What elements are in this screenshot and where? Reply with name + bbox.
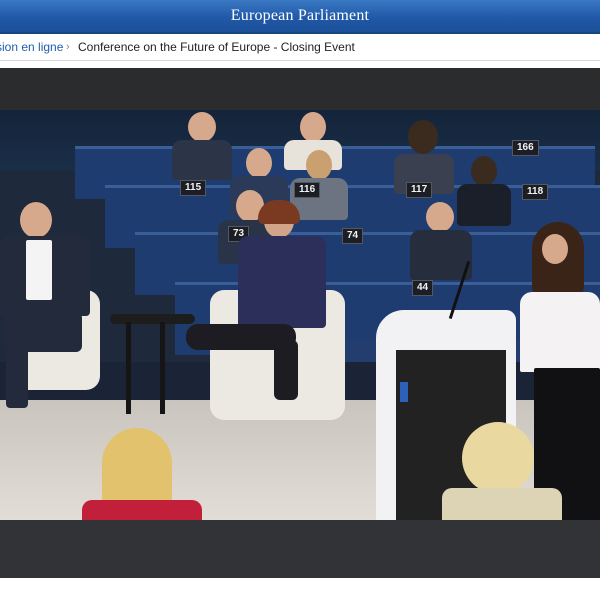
seat-number-badge: 166 (512, 140, 539, 156)
side-table (110, 314, 195, 324)
seat-number-badge: 117 (406, 182, 433, 198)
seat-number-badge: 115 (180, 180, 207, 196)
video-player[interactable]: 166 115 116 117 118 73 74 44 (0, 68, 600, 578)
site-title[interactable]: European Parliament (0, 7, 600, 25)
video-frame[interactable]: 166 115 116 117 118 73 74 44 (0, 110, 600, 520)
player-control-bar[interactable] (0, 520, 600, 578)
seat-number-badge: 116 (294, 182, 321, 198)
seat-number-badge: 118 (522, 184, 549, 200)
side-table-leg (126, 322, 131, 414)
seat-number-badge: 44 (412, 280, 434, 296)
ep-logo-icon (400, 382, 408, 402)
breadcrumb-current-page: Conference on the Future of Europe - Clo… (78, 40, 355, 54)
plenary-scene: 166 115 116 117 118 73 74 44 (0, 110, 600, 520)
side-table-leg (160, 322, 165, 414)
seat-number-badge: 74 (342, 228, 364, 244)
breadcrumb: sion en ligne › Conference on the Future… (0, 34, 600, 61)
breadcrumb-link-live-session[interactable]: sion en ligne (0, 34, 63, 60)
site-header: European Parliament (0, 0, 600, 34)
chevron-right-icon: › (66, 41, 70, 53)
